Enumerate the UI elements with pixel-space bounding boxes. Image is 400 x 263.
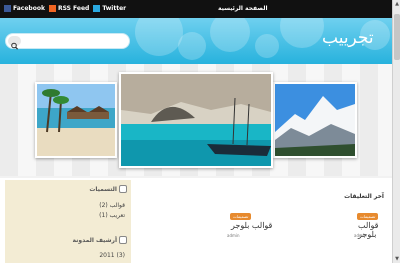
site-title[interactable]: تجرييب [322, 28, 374, 48]
search-box [5, 33, 130, 50]
label-link[interactable]: قوالب (2) [99, 202, 125, 209]
twitter-icon [93, 5, 101, 12]
rss-icon [48, 5, 56, 12]
vertical-scrollbar[interactable]: ▲ ▼ [392, 0, 400, 263]
post-tag[interactable]: تصميمات [357, 213, 379, 220]
header-bubble [210, 18, 250, 52]
header-bubble [135, 18, 183, 56]
archive-widget-title: أرشيف المدونة [72, 236, 127, 244]
header-bubble [280, 18, 324, 48]
tag-icon [119, 185, 127, 193]
post-meta: admin [227, 233, 240, 238]
beach-image [37, 84, 115, 156]
slide-tropical-beach[interactable] [35, 82, 117, 158]
archive-icon [119, 236, 127, 244]
top-bar: Facebook RSS Feed Twitter الصفحة الرئيسي… [0, 0, 392, 18]
facebook-link[interactable]: Facebook [4, 5, 45, 12]
home-link[interactable]: الصفحة الرئيسية [218, 5, 268, 12]
archive-title-text: أرشيف المدونة [72, 236, 117, 244]
slide-sea-cave[interactable] [119, 72, 273, 168]
image-slider [0, 64, 392, 176]
search-input[interactable] [24, 36, 126, 47]
post-meta: admin [354, 233, 367, 238]
labels-widget-title: التسميات [89, 185, 127, 193]
sea-cave-image [121, 74, 271, 166]
scroll-thumb[interactable] [394, 14, 400, 60]
post-tag[interactable]: تصميمات [230, 213, 252, 220]
site-header: تجرييب [0, 18, 392, 64]
search-icon [11, 42, 19, 50]
archive-year-link[interactable]: 2011 (3) [99, 252, 125, 259]
twitter-label: Twitter [102, 5, 127, 12]
scroll-up-icon[interactable]: ▲ [394, 1, 400, 7]
post-title[interactable]: قوالب بلوجر [231, 221, 272, 230]
twitter-link[interactable]: Twitter [93, 5, 126, 12]
scroll-down-icon[interactable]: ▼ [394, 256, 400, 262]
rss-link[interactable]: RSS Feed [48, 5, 90, 12]
facebook-label: Facebook [13, 5, 45, 12]
rss-label: RSS Feed [57, 5, 90, 12]
search-button[interactable] [8, 36, 21, 50]
sidebar: التسميات قوالب (2) تعريب (1) أرشيف المدو… [5, 180, 131, 263]
social-links: Facebook RSS Feed Twitter [4, 5, 126, 12]
label-link[interactable]: تعريب (1) [99, 212, 125, 219]
labels-title-text: التسميات [89, 185, 117, 193]
mountain-image [275, 84, 355, 156]
facebook-icon [4, 5, 11, 12]
recent-comments-title: آخر التعليقات [344, 193, 384, 200]
slide-snowy-mountain[interactable] [273, 82, 357, 158]
header-bubble [178, 32, 206, 60]
header-bubble [255, 34, 279, 58]
